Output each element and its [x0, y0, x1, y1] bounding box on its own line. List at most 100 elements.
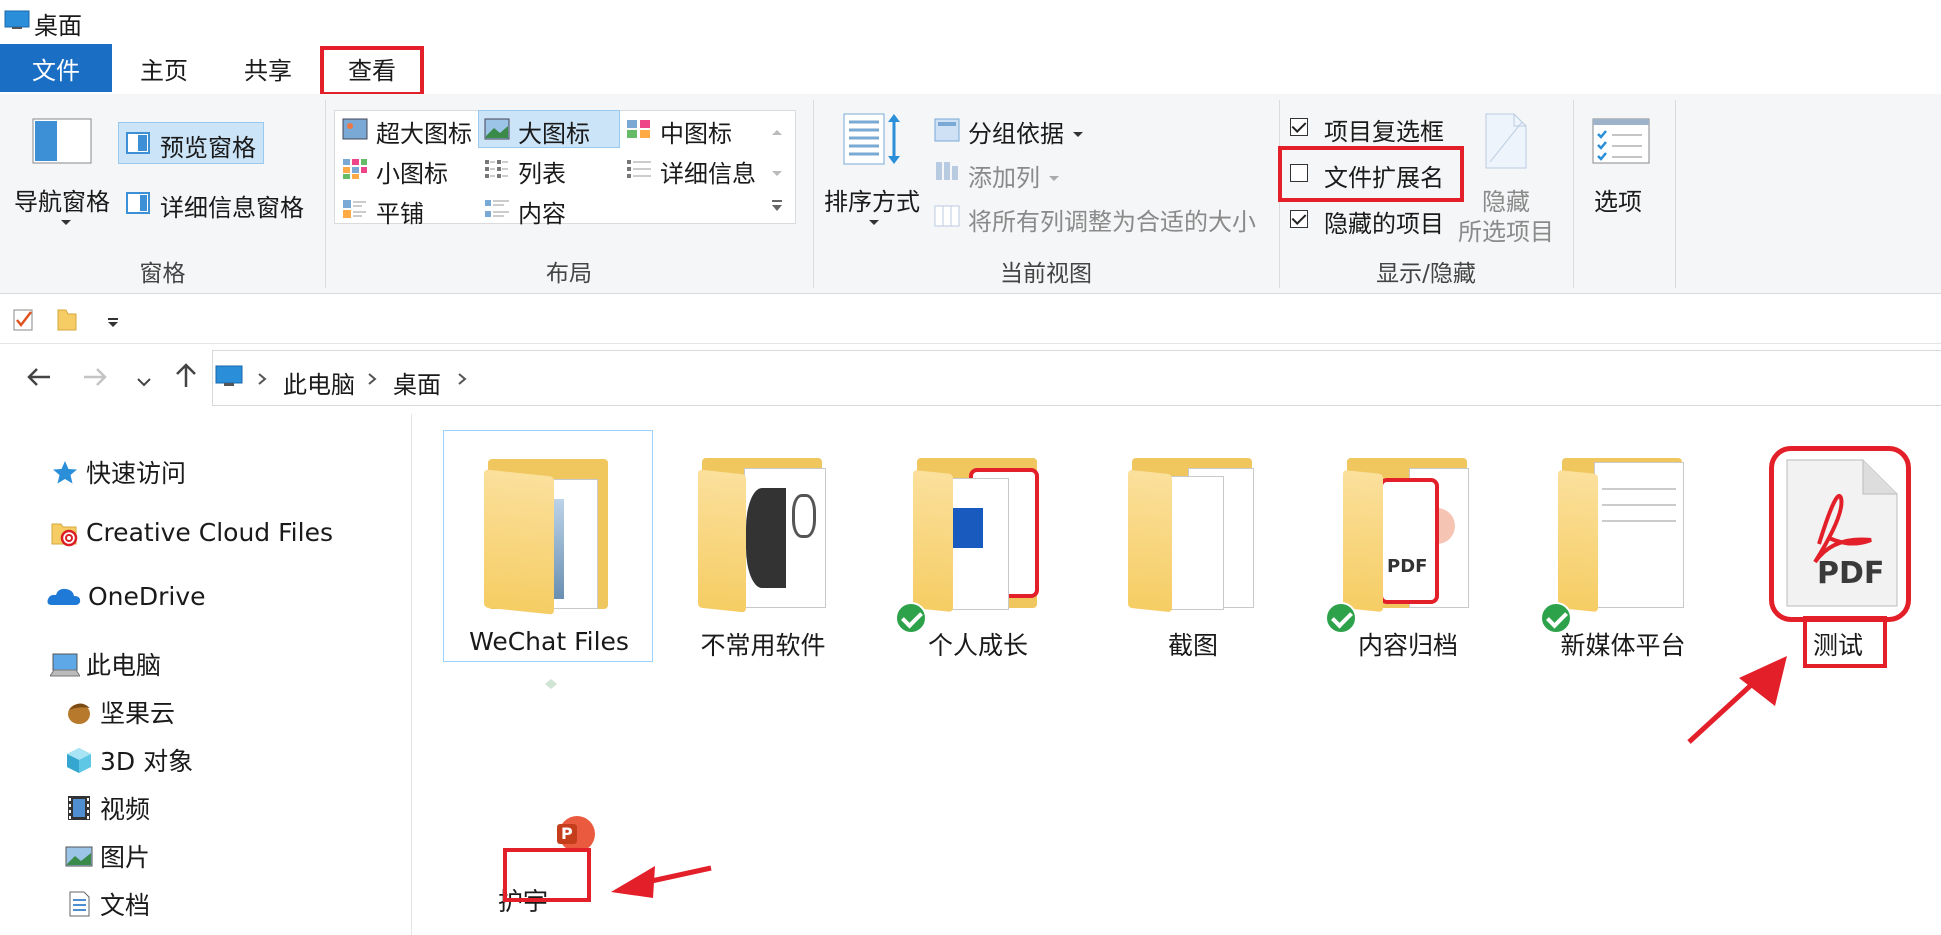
nav-item-label: 图片	[100, 843, 151, 872]
nav-item-label: 快速访问	[86, 459, 187, 488]
tab-share[interactable]: 共享	[216, 44, 320, 92]
chevron-down-icon	[1072, 124, 1084, 137]
file-item-personal-growth[interactable]: 个人成长	[873, 430, 1083, 662]
file-name: WeChat Files	[469, 627, 629, 656]
fit-columns-button[interactable]: 将所有列调整为合适的大小	[968, 202, 1256, 237]
scroll-down-icon[interactable]	[770, 164, 784, 176]
chevron-down-icon	[60, 212, 72, 225]
desktop-icon	[4, 10, 30, 30]
add-column-icon	[934, 158, 960, 182]
nav-item-videos[interactable]: 视频	[64, 790, 150, 826]
file-view: WeChat Files 不常用软件 个人成长 截图 PDF 内容归档 新媒体平…	[413, 414, 1941, 935]
highlight-pptx-name	[503, 848, 591, 902]
nav-item-onedrive[interactable]: OneDrive	[46, 582, 206, 611]
list-icon	[484, 158, 510, 180]
options-button[interactable]: 选项	[1594, 182, 1642, 217]
chevron-down-icon	[1048, 168, 1060, 181]
title-bar: 桌面	[0, 0, 1941, 44]
back-arrow-icon[interactable]	[26, 366, 52, 388]
nav-pane-icon	[32, 118, 92, 164]
nav-item-this-pc[interactable]: 此电脑	[49, 646, 161, 682]
up-arrow-icon[interactable]	[174, 362, 198, 388]
window-title: 桌面	[34, 12, 82, 40]
hidden-items-checkbox[interactable]	[1290, 210, 1308, 228]
nav-item-nutstore[interactable]: 坚果云	[64, 694, 175, 730]
divider	[1675, 100, 1676, 288]
tiles-icon	[342, 198, 368, 220]
group-label-show-hide: 显示/隐藏	[1376, 261, 1476, 287]
group-label-current-view: 当前视图	[1000, 261, 1092, 287]
medium-icons-icon	[626, 118, 652, 140]
share-status-icon	[543, 676, 559, 690]
annotation-arrow-icon	[1683, 650, 1793, 746]
details-pane-icon	[126, 192, 150, 214]
ribbon-tabs: 文件 主页 共享 查看	[0, 44, 1941, 96]
nav-item-label: OneDrive	[88, 582, 206, 611]
recent-locations-chevron-icon[interactable]	[136, 372, 152, 387]
layout-tiles[interactable]: 平铺	[376, 194, 424, 229]
layout-details[interactable]: 详细信息	[660, 154, 756, 189]
content-icon	[484, 198, 510, 220]
nav-item-documents[interactable]: 文档	[64, 886, 150, 922]
chevron-right-icon	[367, 371, 377, 385]
hide-selected-line2[interactable]: 所选项目	[1458, 212, 1554, 247]
breadcrumb-this-pc[interactable]: 此电脑	[283, 365, 355, 400]
folder-icon	[1558, 448, 1688, 616]
fit-columns-icon	[934, 204, 960, 228]
scroll-up-icon[interactable]	[770, 122, 784, 135]
highlight-pdf-name	[1803, 616, 1887, 668]
add-column-button[interactable]: 添加列	[968, 158, 1040, 193]
3d-objects-icon	[64, 746, 94, 774]
details-pane-button[interactable]: 详细信息窗格	[160, 188, 304, 223]
expand-gallery-icon[interactable]	[770, 198, 784, 212]
forward-arrow-icon[interactable]	[82, 366, 108, 388]
group-label-layout: 布局	[546, 261, 592, 287]
preview-pane-label: 预览窗格	[160, 134, 256, 162]
file-item-wechat-files[interactable]: WeChat Files	[443, 430, 653, 662]
folder-icon: PDF	[1343, 448, 1473, 616]
tab-file[interactable]: 文件	[0, 44, 112, 92]
divider	[1573, 100, 1574, 288]
pdf-mini-badge: PDF	[1387, 556, 1428, 577]
file-name: 不常用软件	[700, 631, 826, 660]
nav-item-label: 视频	[100, 795, 151, 824]
file-item-new-media[interactable]: 新媒体平台	[1518, 430, 1728, 662]
address-row: 此电脑 桌面	[0, 344, 1941, 414]
folder-icon[interactable]	[56, 306, 78, 332]
documents-icon	[64, 890, 94, 918]
highlight-tab-view	[320, 46, 424, 96]
creative-cloud-folder-icon	[50, 519, 80, 547]
layout-extra-large[interactable]: 超大图标	[376, 114, 472, 149]
nav-item-quick-access[interactable]: 快速访问	[50, 454, 186, 490]
hide-selected-icon	[1484, 112, 1528, 170]
chevron-down-icon	[868, 212, 880, 225]
file-item-rare-software[interactable]: 不常用软件	[658, 430, 868, 662]
nav-item-3d-objects[interactable]: 3D 对象	[64, 742, 193, 778]
item-checkboxes-checkbox[interactable]	[1290, 118, 1308, 136]
dropdown-icon[interactable]	[106, 314, 120, 327]
layout-large[interactable]: 大图标	[518, 114, 590, 149]
checkbox-icon[interactable]	[12, 306, 36, 332]
layout-medium[interactable]: 中图标	[660, 114, 732, 149]
file-item-content-archive[interactable]: PDF 内容归档	[1303, 430, 1513, 662]
nav-item-pictures[interactable]: 图片	[64, 838, 150, 874]
address-bar[interactable]: 此电脑 桌面	[212, 350, 1941, 406]
breadcrumb-desktop[interactable]: 桌面	[393, 365, 441, 400]
star-icon	[50, 458, 80, 486]
layout-content[interactable]: 内容	[518, 194, 566, 229]
file-item-screenshots[interactable]: 截图	[1088, 430, 1298, 662]
nav-item-creative-cloud[interactable]: Creative Cloud Files	[50, 518, 333, 547]
file-name: 截图	[1167, 631, 1218, 660]
layout-small[interactable]: 小图标	[376, 154, 448, 189]
file-item-test-pdf[interactable]: PDF 测试	[1733, 430, 1941, 668]
nutstore-icon	[64, 698, 94, 726]
nav-item-label: Creative Cloud Files	[86, 518, 333, 547]
details-icon	[626, 158, 652, 180]
group-by-button[interactable]: 分组依据	[968, 114, 1064, 149]
tab-home[interactable]: 主页	[112, 44, 216, 92]
layout-list[interactable]: 列表	[518, 154, 566, 189]
extra-large-icons-icon	[342, 118, 368, 140]
file-name: 个人成长	[927, 631, 1028, 660]
ribbon: 导航窗格 预览窗格 详细信息窗格 窗格 超大图标 大图标 中图标 小图标 列表 …	[0, 94, 1941, 294]
folder-icon	[698, 448, 828, 616]
